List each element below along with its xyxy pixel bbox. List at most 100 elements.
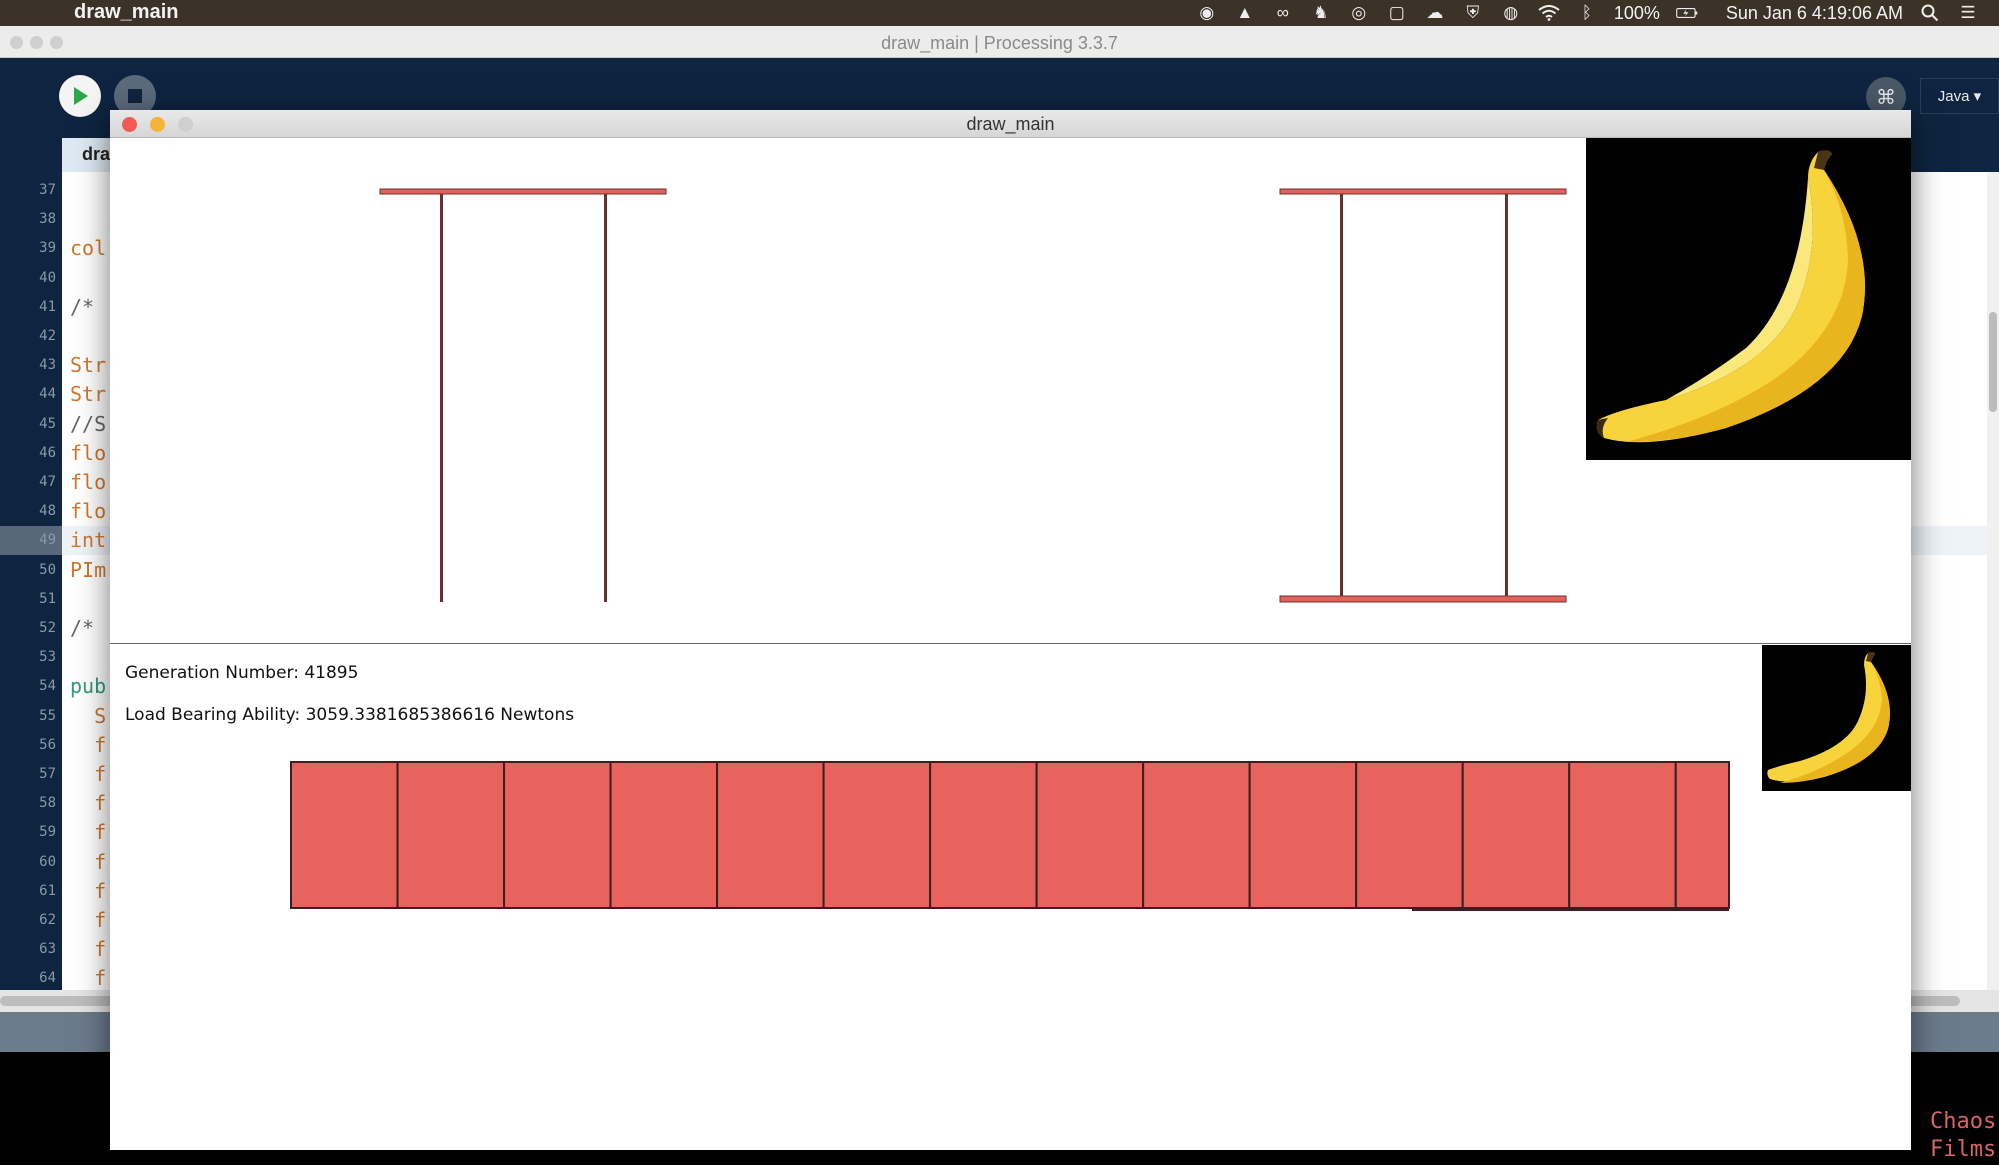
menu-clock[interactable]: Sun Jan 6 4:19:06 AM	[1726, 3, 1903, 24]
line-number: 51	[39, 591, 56, 607]
watermark: Chaos Films	[1930, 1108, 1999, 1164]
load-bearing-label: Load Bearing Ability: 3059.3381685386616…	[125, 705, 575, 725]
code-line[interactable]: int	[70, 526, 106, 555]
right-truss	[1279, 188, 1567, 603]
line-number: 54	[39, 678, 56, 694]
left-truss-top-beam	[379, 188, 667, 195]
truss-block-base-segment	[1412, 908, 1729, 911]
line-number: 50	[39, 562, 56, 578]
code-line[interactable]: f	[70, 731, 106, 760]
line-number: 60	[39, 854, 56, 870]
truss-block-row	[290, 761, 1730, 911]
sketch-canvas[interactable]: Generation Number: 41895 Load Bearing Ab…	[110, 138, 1911, 1150]
bluetooth-icon[interactable]: ᛒ	[1576, 3, 1598, 23]
banana-icon	[1767, 652, 1890, 783]
line-number: 38	[39, 211, 56, 227]
code-line[interactable]: f	[70, 935, 106, 964]
truss-block	[1568, 761, 1677, 909]
banana-image-large	[1586, 138, 1911, 460]
truss-block	[290, 761, 399, 909]
status-area: ◉ ▲ ∞ ♞ ◎ ▢ ☁ ⛨ ◍ ᛒ 100% Sun Jan 6 4:19:…	[1196, 0, 1999, 26]
truss-block	[716, 761, 825, 909]
code-line[interactable]: f	[70, 906, 106, 935]
line-number: 45	[39, 416, 56, 432]
scrollbar-thumb[interactable]	[1989, 312, 1997, 412]
truss-block	[1461, 761, 1571, 909]
menu-bar: draw_main ◉ ▲ ∞ ♞ ◎ ▢ ☁ ⛨ ◍ ᛒ 100% Sun J…	[0, 0, 1999, 26]
code-line[interactable]: S	[70, 702, 106, 731]
line-number: 56	[39, 737, 56, 753]
line-number: 55	[39, 708, 56, 724]
creative-cloud-icon[interactable]: ∞	[1272, 3, 1294, 23]
line-number: 49	[39, 532, 56, 548]
editor-vertical-scrollbar[interactable]	[1987, 172, 1999, 990]
code-line[interactable]: //S	[70, 410, 106, 439]
line-number: 39	[39, 240, 56, 256]
ide-window-title: draw_main | Processing 3.3.7	[881, 33, 1118, 53]
vlc-icon[interactable]: ▲	[1234, 3, 1256, 23]
code-line[interactable]: /*	[70, 614, 94, 643]
line-number: 46	[39, 445, 56, 461]
circle-icon[interactable]: ◎	[1348, 3, 1370, 23]
truss-block	[1035, 761, 1145, 909]
truss-block	[929, 761, 1038, 909]
line-number: 37	[39, 182, 56, 198]
code-line[interactable]: /*	[70, 293, 94, 322]
code-line[interactable]: f	[70, 848, 106, 877]
code-line[interactable]: Str	[70, 351, 106, 380]
line-number: 53	[39, 649, 56, 665]
run-button[interactable]	[59, 75, 101, 117]
battery-icon[interactable]	[1676, 3, 1698, 23]
line-number: 62	[39, 912, 56, 928]
evernote-icon[interactable]: ♞	[1310, 3, 1332, 23]
play-icon	[74, 87, 88, 105]
generation-number-label: Generation Number: 41895	[125, 663, 359, 683]
stop-icon	[128, 89, 142, 103]
code-line[interactable]: flo	[70, 497, 106, 526]
code-line[interactable]: f	[70, 789, 106, 818]
line-number: 63	[39, 941, 56, 957]
cloud-icon[interactable]: ☁	[1424, 3, 1446, 23]
line-number: 57	[39, 766, 56, 782]
siri-icon[interactable]: ◍	[1500, 3, 1522, 23]
code-line[interactable]: f	[70, 877, 106, 906]
banana-image-small	[1762, 645, 1911, 791]
menu-list-icon[interactable]: ☰	[1957, 3, 1979, 23]
app-menu-name[interactable]: draw_main	[74, 1, 178, 24]
line-number: 59	[39, 824, 56, 840]
watermark-line-2: Films	[1930, 1137, 1997, 1162]
truss-block	[609, 761, 719, 909]
battery-percent: 100%	[1613, 2, 1660, 23]
wifi-icon[interactable]	[1538, 3, 1560, 23]
code-line[interactable]: f	[70, 964, 106, 990]
code-line[interactable]: PIm	[70, 556, 106, 585]
code-line[interactable]: flo	[70, 468, 106, 497]
shield-icon[interactable]: ⛨	[1462, 3, 1484, 23]
truss-block	[396, 761, 506, 909]
line-number: 41	[39, 299, 56, 315]
code-line[interactable]: Str	[70, 380, 106, 409]
line-number-gutter: 37 38 39 40 41 42 43 44 45 46 47 48 49 50 51 52 53 54 55 56…	[0, 172, 62, 990]
code-line[interactable]: f	[70, 818, 106, 847]
debug-icon: ⌘	[1876, 86, 1896, 109]
right-truss-right-post	[1505, 194, 1508, 602]
line-number: 47	[39, 474, 56, 490]
record-icon[interactable]: ◉	[1196, 3, 1218, 23]
truss-block	[1355, 761, 1464, 909]
code-line[interactable]: col	[70, 234, 106, 263]
line-number: 52	[39, 620, 56, 636]
right-truss-bottom-beam	[1279, 595, 1567, 603]
spotlight-icon[interactable]	[1919, 3, 1941, 23]
watermark-line-1: Chaos	[1930, 1109, 1997, 1134]
mode-selector[interactable]: Java ▾	[1920, 78, 1999, 114]
left-truss	[379, 188, 667, 602]
code-line[interactable]: pub	[70, 672, 106, 701]
line-number: 42	[39, 328, 56, 344]
truss-block	[1248, 761, 1358, 909]
banana-icon	[1596, 150, 1865, 443]
code-line[interactable]: f	[70, 760, 106, 789]
truss-block	[1674, 761, 1730, 909]
line-number: 40	[39, 270, 56, 286]
code-line[interactable]: flo	[70, 439, 106, 468]
square-icon[interactable]: ▢	[1386, 3, 1408, 23]
